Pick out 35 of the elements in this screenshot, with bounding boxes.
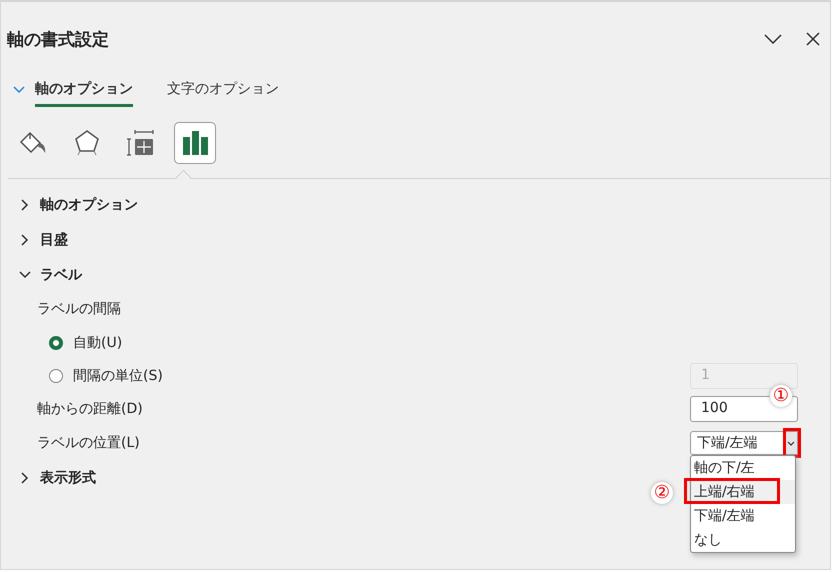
pentagon-icon: [74, 129, 100, 157]
section-title: 軸のオプション: [40, 196, 138, 214]
section-title: ラベル: [40, 266, 82, 284]
dropdown-option[interactable]: なし: [691, 528, 795, 552]
dropdown-option[interactable]: 下端/左端: [691, 504, 795, 528]
chevron-down-icon: [19, 270, 31, 278]
dropdown-option[interactable]: 軸の下/左: [691, 456, 795, 480]
panel-title: 軸の書式設定: [7, 28, 110, 50]
section-header[interactable]: ラベル: [1, 257, 88, 292]
section-title: 表示形式: [40, 468, 96, 486]
radio-button[interactable]: [49, 336, 63, 350]
field-label: 軸からの距離(D): [37, 400, 143, 418]
field-label: ラベルの位置(L): [37, 434, 140, 452]
tab[interactable]: 文字のオプション: [167, 74, 279, 106]
section-header[interactable]: 目盛: [1, 222, 74, 257]
radio-button[interactable]: [49, 368, 63, 382]
close-icon[interactable]: [806, 32, 820, 46]
section-title: 目盛: [40, 230, 68, 248]
options-tab[interactable]: [174, 122, 216, 164]
chevron-right-icon: [19, 472, 31, 484]
field-label: ラベルの間隔: [37, 300, 121, 318]
bar-chart-icon: [181, 129, 209, 157]
tab[interactable]: 軸のオプション: [35, 74, 133, 106]
chevron-right-icon: [19, 198, 31, 210]
radio-label: 自動(U): [73, 334, 122, 352]
collapse-chevron-icon[interactable]: [764, 34, 782, 44]
size-icon: [127, 129, 155, 157]
chevron-icon[interactable]: [13, 86, 25, 94]
section-header[interactable]: 表示形式: [1, 460, 102, 495]
chevron-right-icon: [19, 234, 31, 246]
section-header[interactable]: 軸のオプション: [1, 187, 144, 222]
callout-number: ②: [651, 482, 673, 504]
position-select[interactable]: 下端/左端: [690, 431, 784, 455]
caret-icon: [786, 440, 794, 446]
radio-label: 間隔の単位(S): [73, 366, 163, 384]
